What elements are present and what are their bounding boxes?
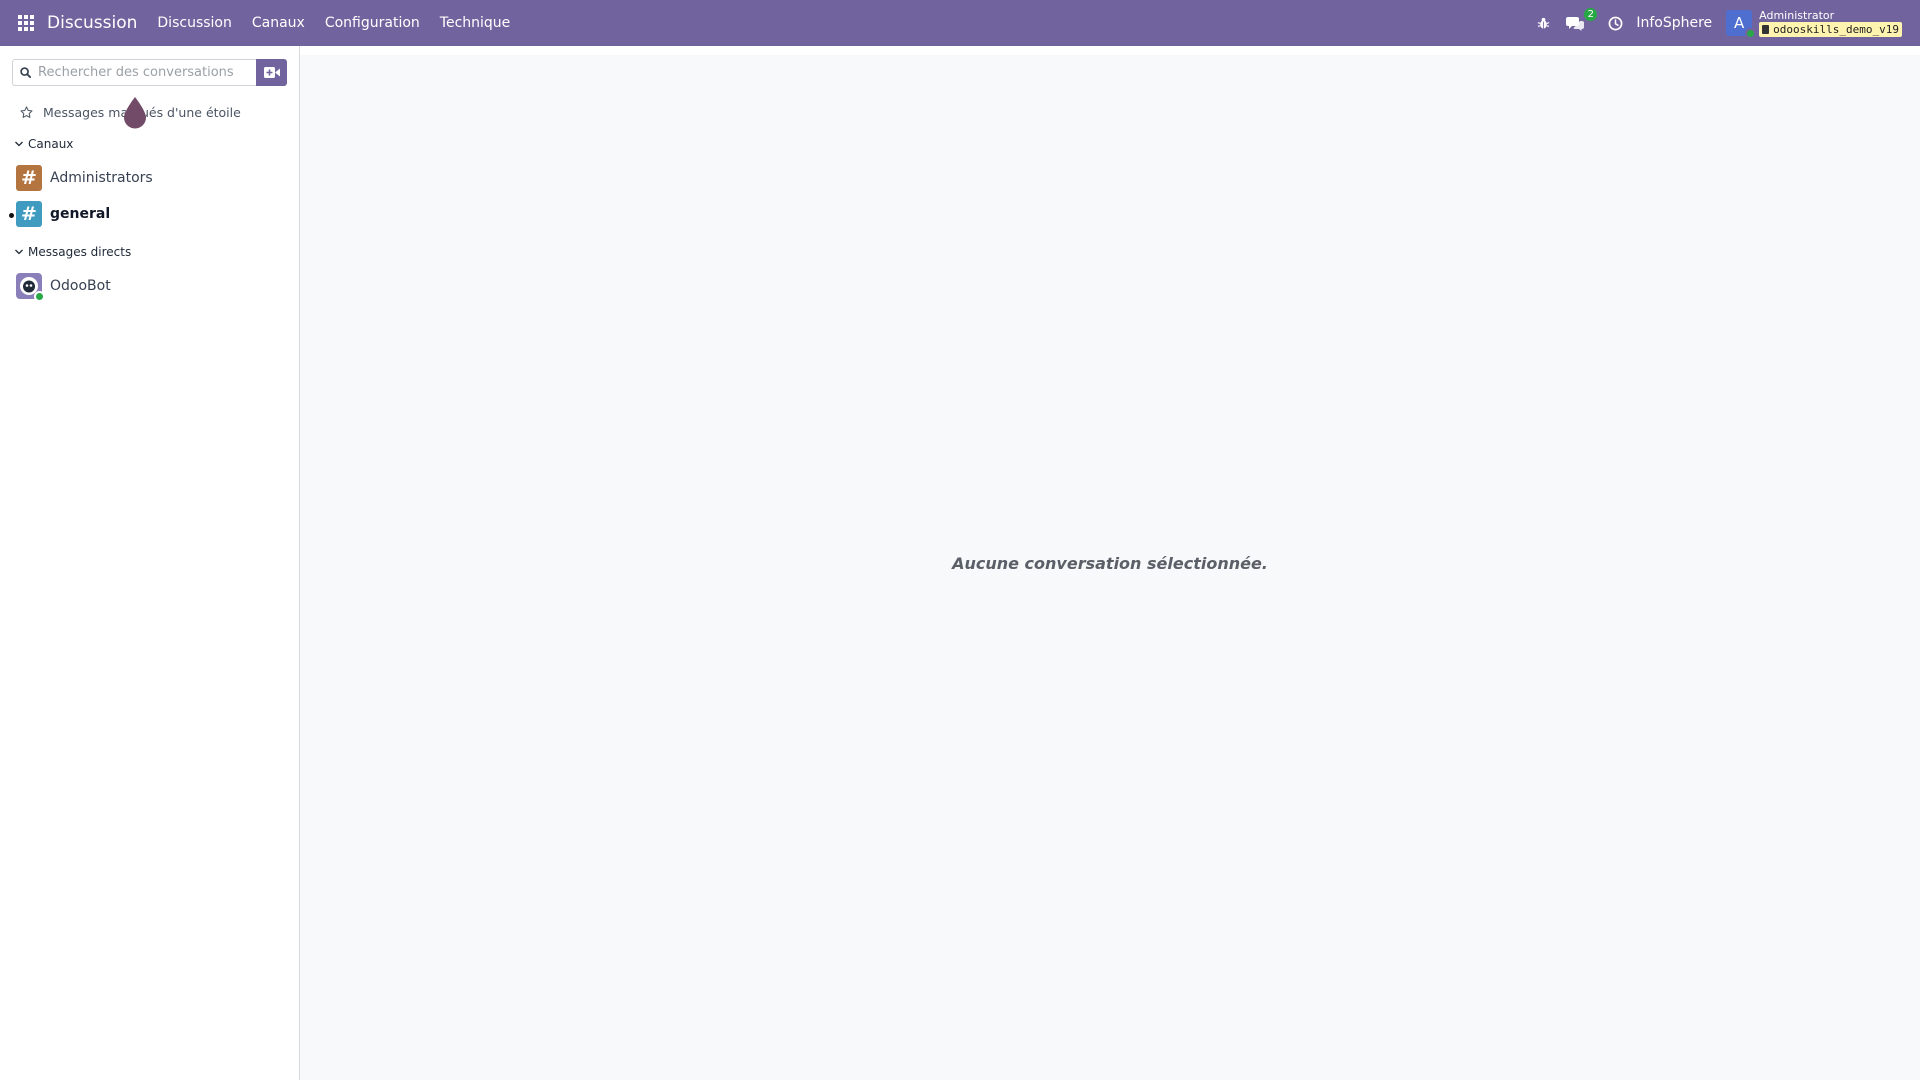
menu-canaux[interactable]: Canaux [252, 15, 305, 31]
grid-icon [18, 15, 34, 31]
channels-header-label: Canaux [28, 137, 74, 151]
database-name: odooskills_demo_v19 [1773, 22, 1899, 36]
start-meeting-button[interactable] [256, 59, 287, 86]
direct-messages-header-label: Messages directs [28, 245, 132, 259]
star-icon [20, 105, 33, 119]
chat-bubbles-icon [1566, 16, 1585, 31]
search-icon [20, 67, 31, 78]
hashtag-icon: # [16, 201, 42, 227]
direct-messages-section-header[interactable]: Messages directs [14, 242, 131, 262]
unread-indicator [9, 213, 14, 218]
video-camera-plus-icon [263, 67, 280, 78]
chevron-down-icon [14, 139, 24, 149]
empty-state-message: Aucune conversation sélectionnée. [952, 554, 1268, 573]
user-name: Administrator [1759, 8, 1835, 22]
database-badge: odooskills_demo_v19 [1759, 21, 1902, 37]
database-icon [1762, 24, 1770, 34]
user-info: Administrator odooskills_demo_v19 [1759, 8, 1902, 37]
hashtag-icon: # [16, 165, 42, 191]
channels-section-header[interactable]: Canaux [14, 134, 73, 154]
online-status-dot [34, 291, 45, 302]
sidebar-item-odoobot[interactable]: OdooBot [16, 273, 286, 302]
avatar: A [1726, 10, 1757, 39]
avatar-initial: A [1734, 14, 1745, 32]
user-menu[interactable]: A Administrator odooskills_demo_v19 [1726, 0, 1902, 46]
top-navbar: Discussion Discussion Canaux Configurati… [0, 0, 1920, 46]
search-row [12, 59, 287, 86]
online-status-dot [1745, 28, 1757, 39]
navbar-systray: 2 InfoSphere A Administrator odooskills_… [1530, 0, 1920, 46]
sidebar-item-administrators[interactable]: # Administrators [16, 165, 286, 191]
main-content: Aucune conversation sélectionnée. [300, 46, 1920, 1080]
odoobot-avatar [16, 273, 45, 302]
message-count-badge: 2 [1584, 8, 1598, 21]
menu-discussion[interactable]: Discussion [157, 15, 231, 31]
messaging-button[interactable]: 2 [1560, 0, 1598, 46]
search-input[interactable] [38, 65, 238, 80]
starred-label: Messages marqués d'une étoile [43, 104, 241, 120]
sidebar-item-general[interactable]: # general [16, 201, 286, 227]
menu-configuration[interactable]: Configuration [325, 15, 420, 31]
bug-icon [1537, 17, 1550, 29]
debug-button[interactable] [1530, 0, 1556, 46]
search-box [12, 59, 256, 86]
clock-icon [1608, 16, 1623, 30]
starred-messages-item[interactable]: Messages marqués d'une étoile [20, 102, 241, 122]
activity-button[interactable] [1602, 0, 1628, 46]
company-switcher[interactable]: InfoSphere [1636, 15, 1712, 31]
chevron-down-icon [14, 247, 24, 257]
channel-name: Administrators [50, 170, 153, 186]
discuss-sidebar: Messages marqués d'une étoile Canaux # A… [0, 46, 300, 1080]
channel-name: general [50, 206, 111, 222]
menu-technique[interactable]: Technique [440, 15, 511, 31]
app-menu-button[interactable] [8, 0, 44, 46]
app-brand[interactable]: Discussion [47, 13, 137, 33]
contact-name: OdooBot [50, 278, 111, 294]
